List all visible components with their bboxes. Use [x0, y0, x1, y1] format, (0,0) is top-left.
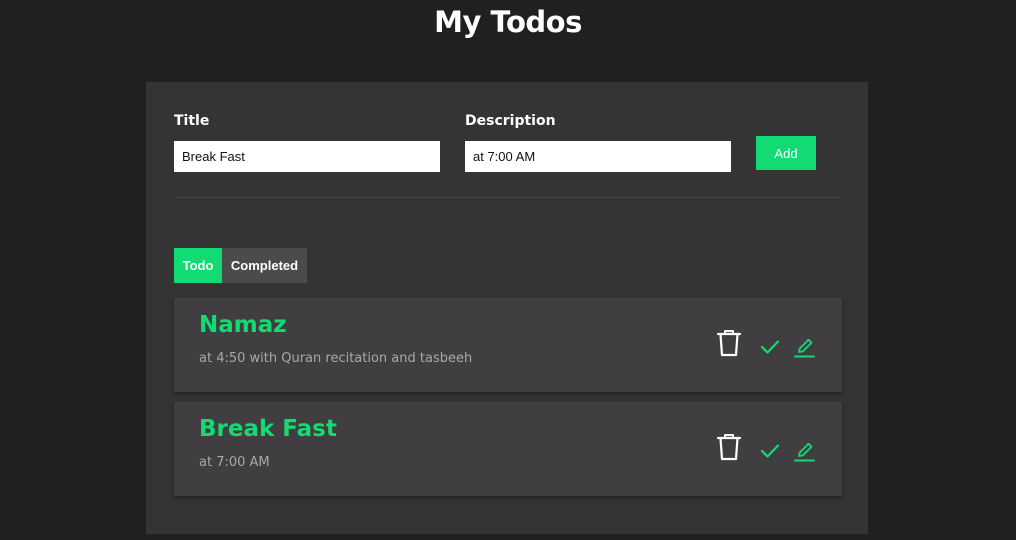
todo-panel: Title Description Add Todo Completed Nam… — [146, 82, 868, 534]
divider — [174, 197, 842, 198]
page-title: My Todos — [434, 5, 582, 39]
description-input[interactable] — [465, 141, 731, 172]
tab-bar: Todo Completed — [174, 248, 307, 283]
check-icon[interactable] — [760, 443, 780, 459]
todo-description: at 7:00 AM — [199, 455, 270, 470]
todo-title: Break Fast — [199, 416, 337, 442]
check-icon[interactable] — [760, 339, 780, 355]
edit-icon[interactable] — [794, 338, 815, 358]
description-label: Description — [465, 113, 556, 129]
tab-completed[interactable]: Completed — [222, 248, 307, 283]
trash-icon[interactable] — [716, 329, 742, 357]
todo-title: Namaz — [199, 312, 287, 338]
title-label: Title — [174, 113, 210, 129]
todo-item: Break Fast at 7:00 AM — [174, 402, 842, 496]
title-input[interactable] — [174, 141, 440, 172]
trash-icon[interactable] — [716, 433, 742, 461]
tab-todo[interactable]: Todo — [174, 248, 222, 283]
edit-icon[interactable] — [794, 442, 815, 462]
add-button[interactable]: Add — [756, 136, 816, 170]
todo-description: at 4:50 with Quran recitation and tasbee… — [199, 351, 473, 366]
todo-item: Namaz at 4:50 with Quran recitation and … — [174, 298, 842, 392]
